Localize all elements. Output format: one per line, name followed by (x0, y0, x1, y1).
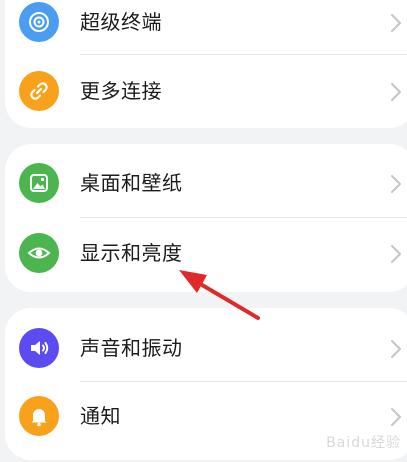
watermark: Baidu经验 (326, 435, 401, 451)
chevron-right-icon (391, 175, 401, 193)
settings-item-super-device[interactable]: 超级终端 (5, 0, 407, 59)
settings-item-more-connections[interactable]: 更多连接 (5, 54, 407, 128)
speaker-icon (19, 328, 59, 368)
super-device-icon (19, 2, 59, 42)
wallpaper-icon (19, 163, 59, 203)
settings-item-label: 超级终端 (80, 10, 162, 34)
chevron-right-icon (391, 83, 401, 101)
chevron-right-icon (391, 245, 401, 263)
settings-item-label: 显示和亮度 (80, 241, 183, 265)
settings-item-label: 通知 (80, 404, 121, 428)
settings-item-label: 声音和振动 (80, 336, 183, 360)
settings-item-label: 桌面和壁纸 (80, 171, 183, 195)
eye-icon (19, 233, 59, 273)
link-icon (19, 71, 59, 111)
settings-item-sound-vibration[interactable]: 声音和振动 (5, 311, 407, 385)
chevron-right-icon (391, 408, 401, 426)
settings-group-connectivity: 超级终端 更多连接 (5, 0, 407, 128)
bell-icon (19, 396, 59, 436)
chevron-right-icon (391, 14, 401, 32)
settings-group-display: 桌面和壁纸 显示和亮度 (5, 144, 407, 292)
settings-item-display-brightness[interactable]: 显示和亮度 (5, 216, 407, 290)
settings-item-label: 更多连接 (80, 79, 162, 103)
settings-item-wallpaper[interactable]: 桌面和壁纸 (5, 146, 407, 220)
chevron-right-icon (391, 340, 401, 358)
